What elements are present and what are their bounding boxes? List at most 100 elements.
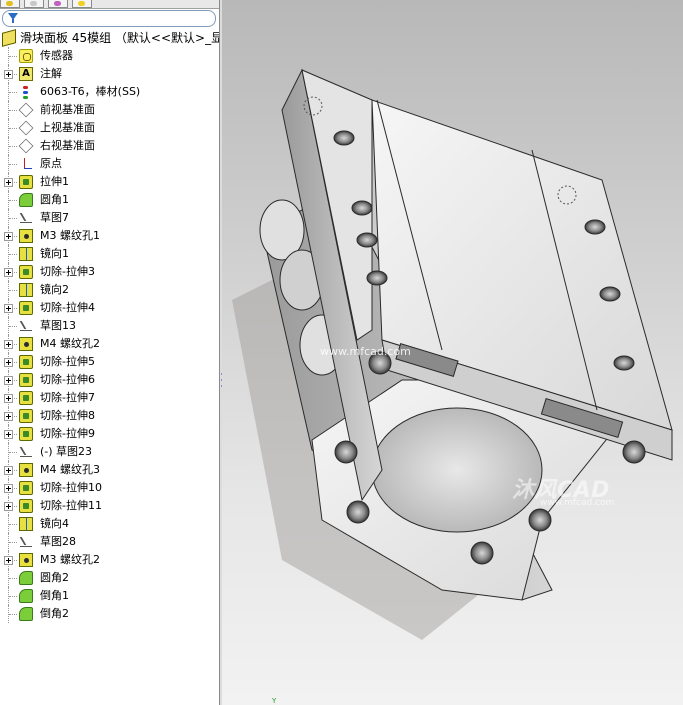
tree-item[interactable]: (-) 草图23: [0, 443, 219, 461]
plane-icon: [18, 102, 34, 118]
view-triad: Y: [272, 697, 277, 705]
tree-item-label: 镜向1: [40, 247, 69, 260]
sketch-icon: [19, 535, 33, 549]
plate-hole: [351, 200, 373, 216]
plate-hole: [599, 286, 621, 302]
tree-item[interactable]: 切除-拉伸3: [0, 263, 219, 281]
tree-item[interactable]: 原点: [0, 155, 219, 173]
tree-item-label: 圆角1: [40, 193, 69, 206]
part-icon: [2, 29, 16, 47]
tree-item[interactable]: 切除-拉伸7: [0, 389, 219, 407]
tree-item-label: 切除-拉伸3: [40, 265, 95, 278]
hole-icon: [19, 553, 33, 567]
cut-icon: [19, 355, 33, 369]
tree-item[interactable]: 切除-拉伸5: [0, 353, 219, 371]
tree-item-label: 6063-T6，棒材(SS): [40, 85, 141, 98]
expand-toggle-icon[interactable]: [4, 412, 13, 421]
expand-toggle-icon[interactable]: [4, 358, 13, 367]
cut-icon: [19, 265, 33, 279]
tree-item-label: 传感器: [40, 49, 73, 62]
cut-icon: [19, 481, 33, 495]
tree-item[interactable]: 圆角1: [0, 191, 219, 209]
tree-item[interactable]: M3 螺纹孔1: [0, 227, 219, 245]
expand-toggle-icon[interactable]: [4, 304, 13, 313]
tree-item[interactable]: 草图28: [0, 533, 219, 551]
tree-item[interactable]: 镜向1: [0, 245, 219, 263]
watermark-url: www.mfcad.com: [540, 498, 615, 508]
expand-toggle-icon[interactable]: [4, 484, 13, 493]
tree-item-label: (-) 草图23: [40, 445, 93, 458]
tree-item-label: 镜向4: [40, 517, 69, 530]
cut-icon: [19, 409, 33, 423]
tree-item[interactable]: 圆角2: [0, 569, 219, 587]
tree-item-label: 切除-拉伸9: [40, 427, 95, 440]
annotation-icon: [19, 67, 33, 81]
tree-item[interactable]: 切除-拉伸8: [0, 407, 219, 425]
tab-display-manager[interactable]: [72, 0, 92, 8]
tab-property-manager[interactable]: [24, 0, 44, 8]
tab-configuration-manager[interactable]: [48, 0, 68, 8]
tree-item-label: 上视基准面: [40, 121, 95, 134]
extrude-icon: [19, 175, 33, 189]
graphics-viewport[interactable]: 沐风CAD www.mfcad.com www.mfcad.com Y: [222, 0, 683, 705]
expand-toggle-icon[interactable]: [4, 430, 13, 439]
tree-item-label: 切除-拉伸5: [40, 355, 95, 368]
tree-item[interactable]: 前视基准面: [0, 101, 219, 119]
tree-item-label: 滑块面板 45模组 （默认<<默认>_显示: [20, 31, 220, 45]
tree-item[interactable]: M4 螺纹孔2: [0, 335, 219, 353]
tree-item[interactable]: 草图13: [0, 317, 219, 335]
expand-toggle-icon[interactable]: [4, 394, 13, 403]
tree-item-label: 切除-拉伸6: [40, 373, 95, 386]
expand-toggle-icon[interactable]: [4, 70, 13, 79]
tree-item-label: 注解: [40, 67, 62, 80]
fillet-icon: [19, 193, 33, 207]
expand-toggle-icon[interactable]: [4, 232, 13, 241]
tree-item[interactable]: 注解: [0, 65, 219, 83]
expand-toggle-icon[interactable]: [4, 376, 13, 385]
tree-item[interactable]: M4 螺纹孔3: [0, 461, 219, 479]
mirror-icon: [19, 517, 33, 531]
tree-item[interactable]: 6063-T6，棒材(SS): [0, 83, 219, 101]
expand-toggle-icon[interactable]: [4, 556, 13, 565]
tree-item[interactable]: 拉伸1: [0, 173, 219, 191]
tree-item-label: 草图13: [40, 319, 76, 332]
tree-item-label: M3 螺纹孔1: [40, 229, 100, 242]
cut-icon: [19, 391, 33, 405]
mirror-icon: [19, 283, 33, 297]
tree-item[interactable]: 切除-拉伸9: [0, 425, 219, 443]
panel-tabs: [0, 0, 219, 9]
tree-item[interactable]: 右视基准面: [0, 137, 219, 155]
tree-item[interactable]: 切除-拉伸10: [0, 479, 219, 497]
sensor-icon: [19, 49, 33, 63]
expand-toggle-icon[interactable]: [4, 340, 13, 349]
fillet-icon: [19, 589, 33, 603]
expand-toggle-icon[interactable]: [4, 178, 13, 187]
tree-item[interactable]: 切除-拉伸11: [0, 497, 219, 515]
expand-toggle-icon[interactable]: [4, 268, 13, 277]
tree-item[interactable]: M3 螺纹孔2: [0, 551, 219, 569]
feature-manager-icon: [6, 1, 13, 6]
tree-item[interactable]: 倒角2: [0, 605, 219, 623]
tab-feature-manager[interactable]: [0, 0, 20, 8]
plate-hole: [613, 355, 635, 371]
fillet-icon: [19, 571, 33, 585]
tree-item-label: 前视基准面: [40, 103, 95, 116]
tree-item[interactable]: 倒角1: [0, 587, 219, 605]
housing-hole: [622, 440, 646, 464]
tree-item[interactable]: 上视基准面: [0, 119, 219, 137]
tree-filter-input[interactable]: [2, 10, 216, 27]
housing-hole: [346, 500, 370, 524]
tree-item[interactable]: 镜向4: [0, 515, 219, 533]
expand-toggle-icon[interactable]: [4, 502, 13, 511]
tree-item[interactable]: 传感器: [0, 47, 219, 65]
hole-icon: [19, 337, 33, 351]
tree-item-label: 草图28: [40, 535, 76, 548]
tree-item[interactable]: 切除-拉伸6: [0, 371, 219, 389]
tree-item[interactable]: 切除-拉伸4: [0, 299, 219, 317]
feature-manager-panel: 滑块面板 45模组 （默认<<默认>_显示传感器注解 6063-T6，棒材(SS)…: [0, 0, 220, 705]
origin-icon: [19, 157, 33, 171]
tree-item[interactable]: 草图7: [0, 209, 219, 227]
tree-root-part[interactable]: 滑块面板 45模组 （默认<<默认>_显示: [0, 29, 219, 47]
tree-item[interactable]: 镜向2: [0, 281, 219, 299]
expand-toggle-icon[interactable]: [4, 466, 13, 475]
